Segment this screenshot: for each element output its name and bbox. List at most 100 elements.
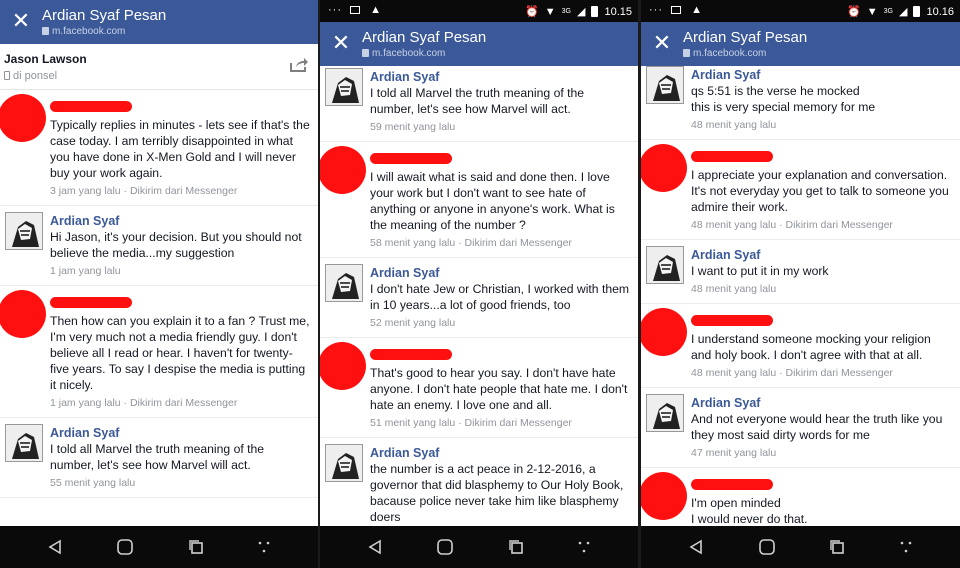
message-item[interactable]: Typically replies in minutes - lets see … bbox=[0, 90, 318, 206]
network-type: 3G bbox=[561, 8, 571, 15]
alarm-icon: ⏰ bbox=[525, 6, 539, 18]
message-list: Typically replies in minutes - lets see … bbox=[0, 90, 318, 504]
lock-icon bbox=[362, 49, 369, 57]
close-icon[interactable]: ✕ bbox=[330, 32, 352, 54]
sender-name[interactable]: Ardian Syaf bbox=[691, 68, 952, 83]
message-item[interactable]: I will await what is said and done then.… bbox=[320, 142, 638, 258]
avatar[interactable] bbox=[646, 394, 684, 432]
sender-name[interactable]: Ardian Syaf bbox=[370, 266, 630, 281]
header-title: Ardian Syaf Pesan bbox=[42, 7, 167, 24]
avatar[interactable] bbox=[325, 264, 363, 302]
message-text: I appreciate your explanation and conver… bbox=[691, 168, 949, 214]
message-text: the number is a act peace in 2-12-2016, … bbox=[370, 462, 624, 524]
avatar[interactable] bbox=[5, 212, 43, 250]
message-item[interactable]: Ardian Syaf And not everyone would hear t… bbox=[641, 388, 960, 468]
message-item[interactable]: Ardian Syaf I want to put it in my work 48… bbox=[641, 240, 960, 304]
redacted-avatar[interactable] bbox=[0, 290, 46, 338]
message-text: I don't hate Jew or Christian, I worked … bbox=[370, 282, 630, 312]
message-item[interactable]: Jason Lawson bbox=[0, 498, 318, 504]
redacted-avatar[interactable] bbox=[641, 308, 687, 356]
warning-icon: ▲ bbox=[691, 4, 704, 16]
message-item[interactable]: Ardian Syaf I told all Marvel the truth m… bbox=[320, 66, 638, 142]
more-icon[interactable] bbox=[577, 540, 591, 554]
contact-status: di ponsel bbox=[4, 70, 57, 82]
message-feed: Ardian Syaf qs 5:51 is the verse he mocke… bbox=[641, 66, 960, 526]
close-icon[interactable]: ✕ bbox=[651, 32, 673, 54]
back-icon[interactable] bbox=[688, 539, 704, 555]
alarm-icon: ⏰ bbox=[847, 6, 861, 18]
home-icon[interactable] bbox=[758, 538, 776, 556]
message-text: Hi Jason, it's your decision. But you sh… bbox=[50, 230, 302, 260]
message-feed: Ardian Syaf I told all Marvel the truth m… bbox=[320, 66, 638, 526]
clock: 10.16 bbox=[926, 5, 954, 18]
message-text: I will await what is said and done then.… bbox=[370, 170, 615, 232]
message-item[interactable]: I appreciate your explanation and conver… bbox=[641, 140, 960, 240]
message-item[interactable]: I understand someone mocking your religi… bbox=[641, 304, 960, 388]
message-timestamp: 52 menit yang lalu bbox=[370, 317, 456, 329]
message-text: Typically replies in minutes - lets see … bbox=[50, 118, 310, 180]
avatar[interactable] bbox=[646, 66, 684, 104]
message-item[interactable]: I'm open minded I would never do that. A… bbox=[641, 468, 960, 526]
status-left: ··· ▲ bbox=[328, 4, 383, 16]
message-timestamp: 59 menit yang lalu bbox=[370, 121, 456, 133]
avatar[interactable] bbox=[646, 246, 684, 284]
recents-icon[interactable] bbox=[188, 539, 204, 555]
app-header: ✕ Ardian Syaf Pesan m.facebook.com bbox=[320, 22, 638, 66]
redacted-avatar[interactable] bbox=[320, 342, 366, 390]
phone-icon bbox=[4, 71, 10, 80]
redacted-sender-name bbox=[370, 349, 452, 360]
wifi-icon: ▼ bbox=[866, 5, 878, 18]
more-icon[interactable] bbox=[257, 540, 271, 554]
home-icon[interactable] bbox=[116, 538, 134, 556]
sender-name[interactable]: Ardian Syaf bbox=[370, 70, 630, 85]
message-timestamp: 58 menit yang lalu · Dikirim dari Messen… bbox=[370, 237, 572, 249]
screenshot-panel-1: ✕ Ardian Syaf Pesan m.facebook.com Jason… bbox=[0, 0, 318, 568]
sender-name[interactable]: Ardian Syaf bbox=[50, 214, 310, 229]
avatar[interactable] bbox=[5, 424, 43, 462]
message-item[interactable]: Ardian Syaf qs 5:51 is the verse he mocke… bbox=[641, 66, 960, 140]
message-item[interactable]: That's good to hear you say. I don't hav… bbox=[320, 338, 638, 438]
message-timestamp: 3 jam yang lalu · Dikirim dari Messenger bbox=[50, 185, 238, 197]
back-icon[interactable] bbox=[47, 539, 63, 555]
more-icon[interactable] bbox=[899, 540, 913, 554]
message-text: Then how can you explain it to a fan ? T… bbox=[50, 314, 310, 392]
message-item[interactable]: Then how can you explain it to a fan ? T… bbox=[0, 286, 318, 418]
conversation-header: Jason Lawson di ponsel bbox=[0, 44, 318, 90]
message-item[interactable]: Ardian Syaf I told all Marvel the truth m… bbox=[0, 418, 318, 498]
home-icon[interactable] bbox=[436, 538, 454, 556]
sender-name[interactable]: Ardian Syaf bbox=[370, 446, 630, 461]
contact-name: Jason Lawson bbox=[4, 52, 87, 66]
redacted-avatar[interactable] bbox=[641, 472, 687, 520]
status-right: ⏰ ▼ 3G ◢ 10.16 bbox=[847, 5, 954, 19]
message-text: That's good to hear you say. I don't hav… bbox=[370, 366, 628, 412]
sender-name[interactable]: Ardian Syaf bbox=[691, 248, 952, 263]
redacted-avatar[interactable] bbox=[320, 146, 366, 194]
message-item[interactable]: Ardian Syaf Hi Jason, it's your decision.… bbox=[0, 206, 318, 286]
message-list: Ardian Syaf I told all Marvel the truth m… bbox=[320, 66, 638, 526]
redacted-sender-name bbox=[691, 151, 773, 162]
android-nav-bar bbox=[320, 526, 638, 568]
share-icon[interactable] bbox=[290, 58, 308, 77]
android-nav-bar bbox=[0, 526, 318, 568]
recents-icon[interactable] bbox=[829, 539, 845, 555]
avatar[interactable] bbox=[325, 68, 363, 106]
message-item[interactable]: Ardian Syaf I don't hate Jew or Christian… bbox=[320, 258, 638, 338]
status-bar: ··· ▲ ⏰ ▼ 3G ◢ 10.15 bbox=[320, 0, 638, 22]
message-text: And not everyone would hear the truth li… bbox=[691, 412, 943, 442]
sender-name[interactable]: Ardian Syaf bbox=[50, 426, 310, 441]
message-item[interactable]: Ardian Syaf the number is a act peace in … bbox=[320, 438, 638, 526]
back-icon[interactable] bbox=[367, 539, 383, 555]
message-timestamp: 1 jam yang lalu bbox=[50, 265, 121, 277]
battery-icon bbox=[591, 6, 599, 17]
redacted-avatar[interactable] bbox=[0, 94, 46, 142]
redacted-avatar[interactable] bbox=[641, 144, 687, 192]
network-type: 3G bbox=[883, 8, 893, 15]
message-timestamp: 48 menit yang lalu bbox=[691, 119, 777, 131]
status-left: ··· ▲ bbox=[649, 4, 704, 16]
avatar[interactable] bbox=[325, 444, 363, 482]
header-url: m.facebook.com bbox=[42, 26, 125, 37]
recents-icon[interactable] bbox=[508, 539, 524, 555]
close-icon[interactable]: ✕ bbox=[10, 10, 32, 32]
message-timestamp: 51 menit yang lalu · Dikirim dari Messen… bbox=[370, 417, 572, 429]
sender-name[interactable]: Ardian Syaf bbox=[691, 396, 952, 411]
